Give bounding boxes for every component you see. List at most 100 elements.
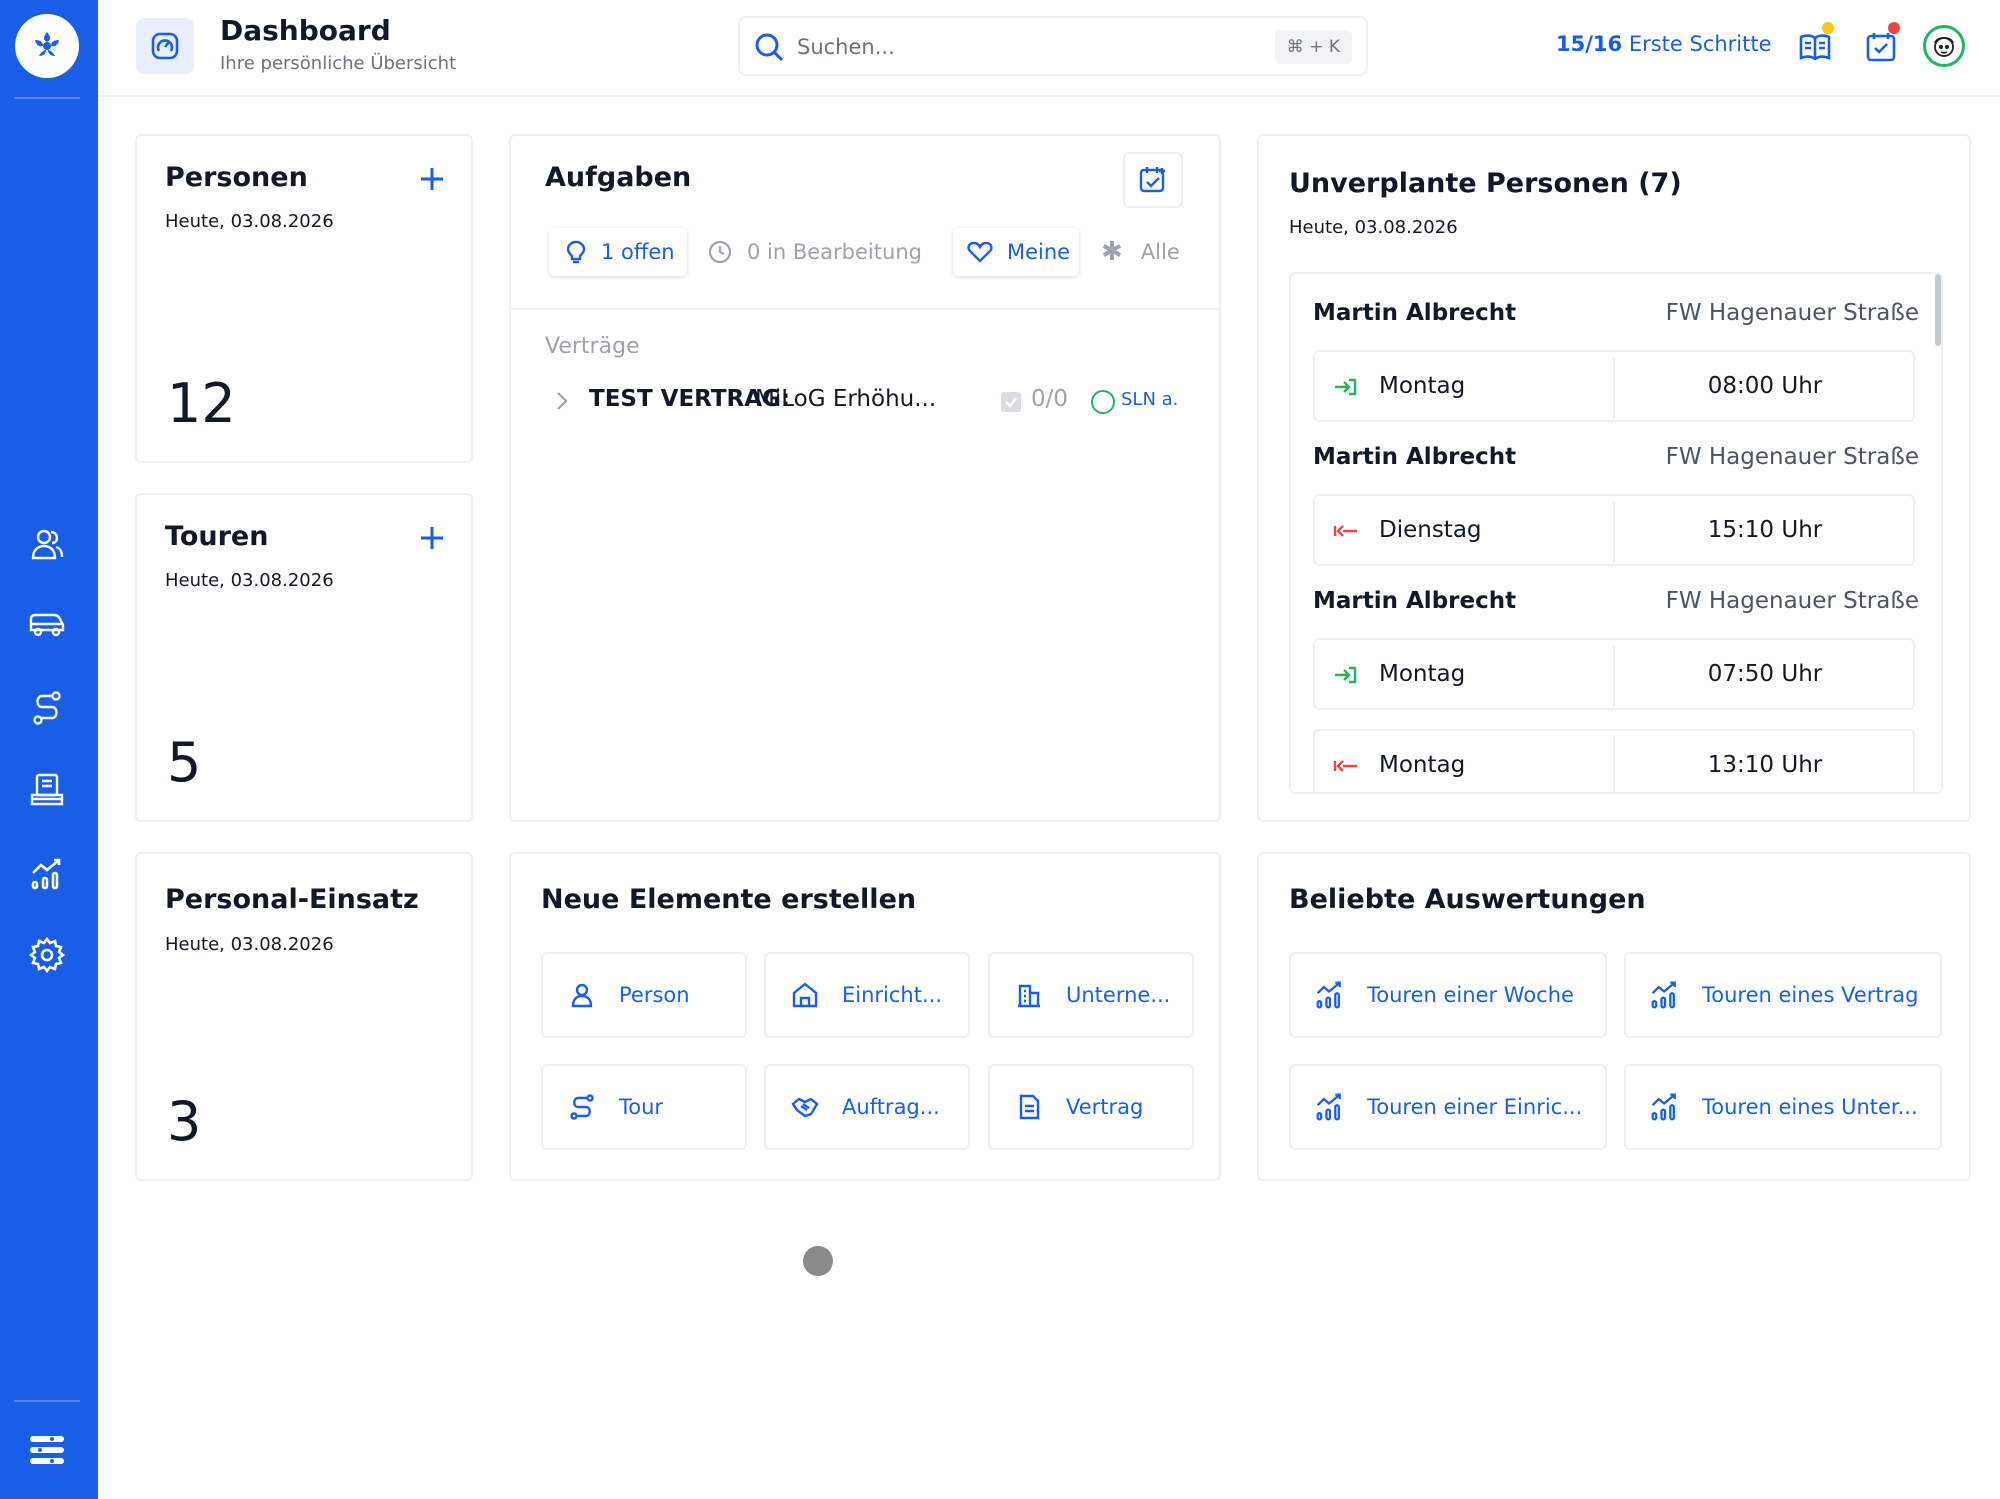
- card-date: Heute, 03.08.2026: [1289, 217, 1458, 238]
- settings-gear-icon: [28, 936, 66, 974]
- task-row[interactable]: TEST VERTRAG: MiLoG Erhöhu... 0/0 SLN a.: [555, 384, 1195, 420]
- onboarding-steps-link[interactable]: 15/16 Erste Schritte: [1556, 32, 1772, 56]
- touren-count: 5: [167, 731, 202, 794]
- clock-icon: [708, 240, 732, 264]
- tab-label: 1 offen: [601, 240, 675, 264]
- filter-meine[interactable]: Meine: [953, 228, 1079, 276]
- building-icon: [1014, 980, 1044, 1010]
- analytics-icon: [31, 858, 61, 890]
- steps-count: 15/16: [1556, 32, 1623, 56]
- aufgaben-card: Aufgaben 1 offen 0 in Bearbeitung Meine …: [509, 134, 1221, 822]
- slot-time: 15:10 Uhr: [1707, 517, 1823, 543]
- chevron-right-icon[interactable]: [555, 390, 569, 412]
- gauge-icon: [151, 32, 179, 60]
- top-header: Dashboard Ihre persönliche Übersicht Suc…: [98, 0, 2000, 97]
- guide-book-button[interactable]: [1798, 22, 1834, 66]
- schedule-slot[interactable]: Montag 08:00 Uhr: [1313, 350, 1915, 422]
- reports-desk-icon: [30, 773, 64, 806]
- personal-einsatz-card[interactable]: Personal-Einsatz Heute, 03.08.2026 3: [135, 852, 473, 1181]
- page-title: Dashboard: [220, 14, 391, 47]
- users-icon: [31, 529, 64, 560]
- report-touren-einrichtung-button[interactable]: Touren einer Einric...: [1289, 1064, 1607, 1150]
- tile-label: Person: [619, 983, 690, 1007]
- chart-icon: [1315, 980, 1345, 1010]
- sidebar-item-routes[interactable]: [27, 688, 67, 728]
- einsatz-count: 3: [167, 1090, 202, 1153]
- arrow-in-icon: [1335, 666, 1357, 684]
- search-icon: [755, 33, 784, 62]
- card-title: Unverplante Personen (7): [1289, 168, 1682, 199]
- app-logo[interactable]: [15, 14, 79, 78]
- filter-alle[interactable]: ✱ Alle: [1101, 228, 1191, 276]
- notification-dot: [1822, 22, 1834, 34]
- card-title: Personen: [165, 162, 308, 193]
- heart-icon: [967, 241, 993, 263]
- sidebar-divider: [14, 97, 80, 99]
- sidebar-collapse-button[interactable]: [27, 1430, 67, 1470]
- card-title: Aufgaben: [545, 162, 692, 193]
- add-person-plus-icon[interactable]: [417, 164, 447, 194]
- avatar[interactable]: [1923, 25, 1965, 67]
- house-icon: [790, 980, 820, 1010]
- unplanned-persons-list[interactable]: Martin Albrecht FW Hagenauer Straße Mont…: [1289, 272, 1943, 794]
- cursor-indicator: [803, 1246, 833, 1276]
- sidebar-item-reports[interactable]: [27, 770, 67, 810]
- tab-in-bearbeitung[interactable]: 0 in Bearbeitung: [707, 228, 927, 276]
- tasks-button[interactable]: [1864, 22, 1900, 66]
- lightbulb-icon: [566, 240, 586, 264]
- create-auftrag-button[interactable]: Auftrag...: [764, 1064, 970, 1150]
- schedule-slot[interactable]: Montag 13:10 Uhr: [1313, 729, 1915, 792]
- person-facility: FW Hagenauer Straße: [1665, 300, 1919, 326]
- report-touren-vertrag-button[interactable]: Touren eines Vertrag: [1624, 952, 1942, 1038]
- card-title: Personal-Einsatz: [165, 884, 419, 915]
- slot-time: 07:50 Uhr: [1707, 661, 1823, 687]
- tab-offen[interactable]: 1 offen: [549, 228, 687, 276]
- create-vertrag-button[interactable]: Vertrag: [988, 1064, 1194, 1150]
- sidebar: [0, 0, 98, 1499]
- create-einrichtung-button[interactable]: Einricht...: [764, 952, 970, 1038]
- create-tour-button[interactable]: Tour: [541, 1064, 747, 1150]
- search-input[interactable]: Suchen... ⌘ + K: [738, 16, 1368, 76]
- card-date: Heute, 03.08.2026: [165, 570, 334, 591]
- tile-label: Touren einer Woche: [1367, 983, 1574, 1007]
- vehicle-icon: [29, 613, 65, 637]
- chart-icon: [1650, 980, 1680, 1010]
- filter-label: Alle: [1140, 240, 1180, 264]
- create-unternehmen-button[interactable]: Unterne...: [988, 952, 1194, 1038]
- personen-card[interactable]: Personen Heute, 03.08.2026 12: [135, 134, 473, 463]
- sidebar-item-settings[interactable]: [27, 935, 67, 975]
- tile-label: Vertrag: [1066, 1095, 1144, 1119]
- report-touren-woche-button[interactable]: Touren einer Woche: [1289, 952, 1607, 1038]
- filter-label: Meine: [1007, 240, 1071, 264]
- add-task-button[interactable]: [1123, 152, 1183, 208]
- card-date: Heute, 03.08.2026: [165, 934, 334, 955]
- handshake-icon: [790, 1092, 820, 1122]
- personen-count: 12: [167, 372, 236, 435]
- scrollbar[interactable]: [1935, 274, 1941, 346]
- sidebar-item-tours[interactable]: [27, 605, 67, 645]
- user-avatar-icon: [1934, 36, 1954, 57]
- report-touren-unternehmen-button[interactable]: Touren eines Unter...: [1624, 1064, 1942, 1150]
- schedule-slot[interactable]: Montag 07:50 Uhr: [1313, 638, 1915, 710]
- touren-card[interactable]: Touren Heute, 03.08.2026 5: [135, 493, 473, 822]
- card-title: Beliebte Auswertungen: [1289, 884, 1646, 915]
- person-name: Martin Albrecht: [1313, 588, 1517, 614]
- sidebar-item-users[interactable]: [27, 524, 67, 564]
- chart-icon: [1650, 1092, 1680, 1122]
- steps-label: Erste Schritte: [1628, 32, 1772, 56]
- person-name: Martin Albrecht: [1313, 444, 1517, 470]
- schedule-slot[interactable]: Dienstag 15:10 Uhr: [1313, 494, 1915, 566]
- calendar-check-icon: [1866, 33, 1896, 62]
- route-icon: [33, 691, 61, 725]
- add-tour-plus-icon[interactable]: [417, 523, 447, 553]
- tile-label: Tour: [619, 1095, 664, 1119]
- asterisk-icon: ✱: [1101, 237, 1123, 267]
- book-icon: [1799, 34, 1831, 61]
- person-facility: FW Hagenauer Straße: [1665, 588, 1919, 614]
- arrow-in-icon: [1335, 378, 1357, 396]
- create-person-button[interactable]: Person: [541, 952, 747, 1038]
- assignee-tag: SLN a.: [1121, 389, 1179, 410]
- search-shortcut-badge: ⌘ + K: [1274, 30, 1352, 64]
- person-facility: FW Hagenauer Straße: [1665, 444, 1919, 470]
- sidebar-item-analytics[interactable]: [27, 854, 67, 894]
